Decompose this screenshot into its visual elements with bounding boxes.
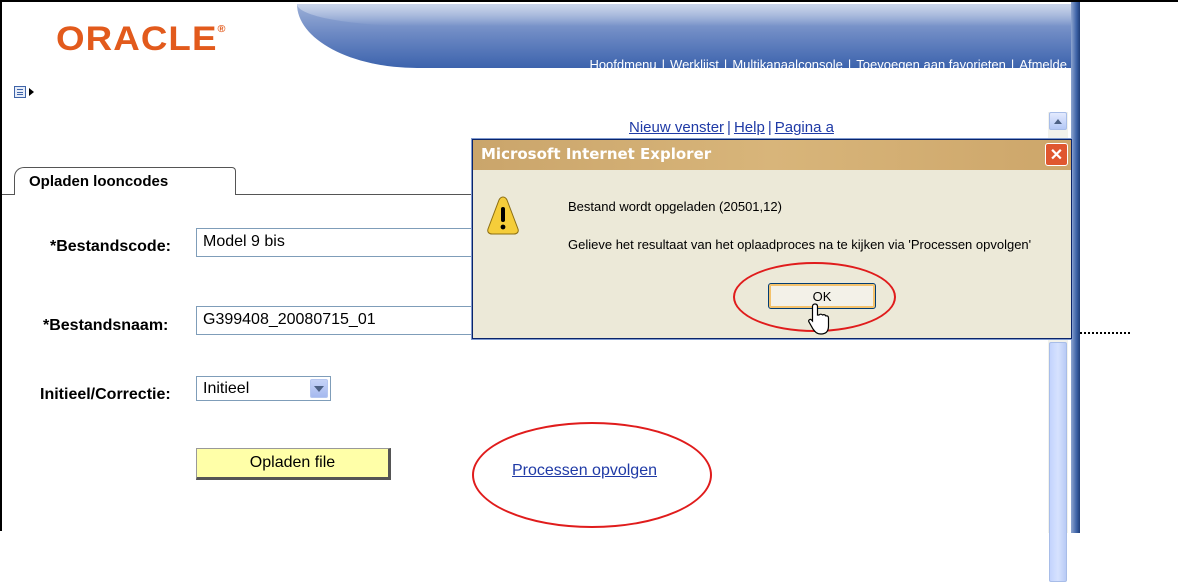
scroll-up-icon[interactable] bbox=[1049, 112, 1067, 130]
opladen-file-button[interactable]: Opladen file bbox=[196, 448, 391, 480]
bestandsnaam-field[interactable]: G399408_20080715_01 bbox=[196, 306, 496, 335]
menu-box bbox=[14, 86, 26, 98]
tab-label: Opladen looncodes bbox=[29, 173, 169, 190]
nav-multikanaalconsole[interactable]: Multikanaalconsole bbox=[728, 57, 847, 72]
dialog-title: Microsoft Internet Explorer bbox=[481, 145, 712, 163]
logo-text: ORACLE bbox=[56, 20, 218, 58]
scroll-thumb[interactable] bbox=[1049, 342, 1067, 582]
nav-werklijst[interactable]: Werklijst bbox=[666, 57, 723, 72]
nav-afmelden[interactable]: Afmelde bbox=[1015, 57, 1071, 72]
oracle-logo: ORACLE® bbox=[56, 20, 227, 59]
page-link[interactable]: Pagina a bbox=[775, 119, 834, 136]
page: Hoofdmenu | Werklijst | Multikanaalconso… bbox=[0, 0, 1178, 582]
initieel-correctie-label: Initieel/Correctie: bbox=[40, 386, 171, 403]
nav-toevoegen-aan-favorieten[interactable]: Toevoegen aan favorieten bbox=[852, 57, 1010, 72]
dialog-message-1: Bestand wordt opgeladen (20501,12) bbox=[568, 199, 782, 214]
chevron-down-icon[interactable] bbox=[310, 379, 328, 398]
initieel-correctie-select[interactable]: Initieel bbox=[196, 376, 331, 401]
dotted-divider bbox=[1080, 332, 1130, 334]
page-links: Nieuw venster | Help | Pagina a bbox=[629, 119, 834, 137]
bestandsnaam-label: *Bestandsnaam: bbox=[43, 317, 169, 334]
select-value: Initieel bbox=[203, 380, 250, 397]
help-link[interactable]: Help bbox=[734, 119, 765, 136]
tab-opladen-looncodes[interactable]: Opladen looncodes bbox=[14, 167, 236, 195]
link-separator: | bbox=[767, 119, 772, 136]
link-separator: | bbox=[727, 119, 731, 136]
processen-opvolgen-link[interactable]: Processen opvolgen bbox=[512, 462, 657, 480]
bestandscode-label: *Bestandscode: bbox=[50, 238, 171, 255]
expand-arrow-icon bbox=[29, 88, 34, 96]
registered-mark: ® bbox=[217, 24, 227, 35]
alert-dialog: Microsoft Internet Explorer ✕ Bestand wo… bbox=[472, 139, 1072, 339]
bestandscode-field[interactable]: Model 9 bis bbox=[196, 228, 496, 257]
window-edge bbox=[1071, 2, 1080, 533]
top-navigation: Hoofdmenu | Werklijst | Multikanaalconso… bbox=[585, 55, 1071, 73]
nav-hoofdmenu[interactable]: Hoofdmenu bbox=[585, 57, 660, 72]
dialog-titlebar: Microsoft Internet Explorer ✕ bbox=[473, 140, 1071, 170]
mouse-cursor-icon bbox=[808, 303, 830, 335]
dialog-message-2: Gelieve het resultaat van het oplaadproc… bbox=[568, 237, 1032, 252]
menu-toggle-icon[interactable] bbox=[14, 83, 36, 101]
banner-highlight bbox=[297, 4, 1071, 26]
header-banner: Hoofdmenu | Werklijst | Multikanaalconso… bbox=[297, 4, 1071, 72]
warning-icon bbox=[487, 196, 519, 235]
new-window-link[interactable]: Nieuw venster bbox=[629, 119, 724, 136]
close-icon[interactable]: ✕ bbox=[1045, 143, 1068, 166]
